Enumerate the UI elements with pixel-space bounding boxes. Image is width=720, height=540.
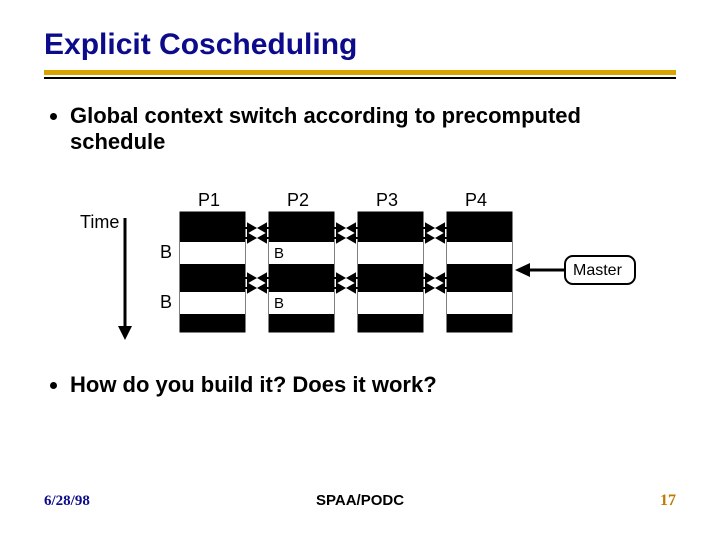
footer-venue: SPAA/PODC (316, 492, 404, 509)
page-title: Explicit Coscheduling (44, 28, 676, 62)
master-arrowhead (515, 263, 530, 277)
slide: Explicit Coscheduling Global context swi… (0, 0, 720, 540)
proc-label-1: P1 (198, 190, 220, 210)
master-label: Master (573, 262, 623, 279)
footer-page: 17 (660, 492, 676, 510)
divider-gold (44, 70, 676, 75)
time-arrowhead (118, 326, 132, 340)
time-label: Time (80, 212, 119, 232)
proc-label-3: P3 (376, 190, 398, 210)
coscheduling-diagram: Time P1 P2 P3 P4 B (44, 182, 676, 350)
bullet-list-2: How do you build it? Does it work? (44, 372, 676, 398)
bullet-item: Global context switch according to preco… (70, 103, 676, 156)
bullet-list: Global context switch according to preco… (44, 103, 676, 156)
row-label-2: B (160, 292, 172, 312)
divider-black (44, 77, 676, 79)
footer: 6/28/98 SPAA/PODC 17 (44, 492, 676, 510)
proc-label-4: P4 (465, 190, 487, 210)
svg-text:B: B (274, 295, 284, 312)
bullet-item: How do you build it? Does it work? (70, 372, 676, 398)
svg-text:B: B (274, 245, 284, 262)
row-label-1: B (160, 242, 172, 262)
proc-label-2: P2 (287, 190, 309, 210)
footer-date: 6/28/98 (44, 493, 90, 510)
